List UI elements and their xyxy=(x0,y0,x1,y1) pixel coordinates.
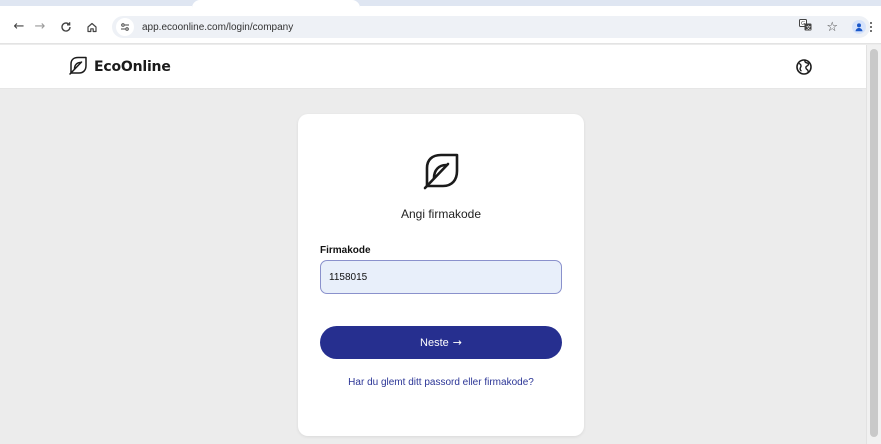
next-button[interactable]: Neste → xyxy=(320,326,562,359)
firmakode-label: Firmakode xyxy=(320,245,371,256)
url-text: app.ecoonline.com/login/company xyxy=(142,21,294,33)
reload-icon[interactable] xyxy=(58,19,74,35)
home-icon[interactable] xyxy=(84,19,100,35)
login-card: Angi firmakode Firmakode Neste → Har du … xyxy=(298,114,584,436)
firmakode-input[interactable] xyxy=(320,260,562,294)
brand[interactable]: EcoOnline xyxy=(68,55,171,79)
app-header: EcoOnline xyxy=(0,45,866,89)
address-bar[interactable]: app.ecoonline.com/login/company G文 ☆ xyxy=(112,16,870,38)
kebab-menu-icon[interactable] xyxy=(866,19,876,35)
forgot-password-link[interactable]: Har du glemt ditt passord eller firmakod… xyxy=(298,377,584,388)
browser-toolbar: ← → app.ecoonline.com/login/company G文 ☆ xyxy=(0,10,881,44)
svg-text:文: 文 xyxy=(806,24,811,31)
tab-strip xyxy=(0,0,881,10)
ecoonline-logo-icon xyxy=(68,55,88,80)
card-title: Angi firmakode xyxy=(400,207,482,221)
address-bar-actions: G文 ☆ xyxy=(799,16,866,38)
forward-arrow-icon[interactable]: → xyxy=(32,19,48,35)
globe-icon[interactable] xyxy=(795,58,813,76)
arrow-right-icon: → xyxy=(452,336,462,349)
ecoonline-logo-icon xyxy=(421,150,461,190)
next-button-label: Neste xyxy=(420,336,449,349)
scrollbar-thumb[interactable] xyxy=(870,49,878,437)
brand-name: EcoOnline xyxy=(94,59,171,75)
back-arrow-icon[interactable]: ← xyxy=(11,19,27,35)
translate-icon[interactable]: G文 xyxy=(799,18,812,36)
page-scrollbar[interactable] xyxy=(866,45,881,444)
bookmark-star-icon[interactable]: ☆ xyxy=(826,20,838,35)
profile-icon[interactable] xyxy=(852,20,866,34)
active-tab[interactable] xyxy=(192,0,360,10)
site-info-icon[interactable] xyxy=(116,18,134,36)
